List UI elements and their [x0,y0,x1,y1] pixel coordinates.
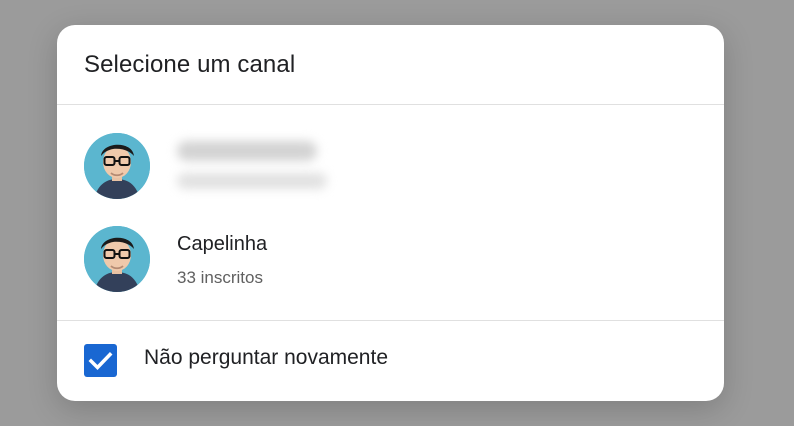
channel-name: Capelinha [177,233,268,255]
dont-ask-again-checkbox[interactable] [84,344,117,377]
channel-option-2[interactable]: Capelinha 33 inscritos [57,218,724,300]
dialog-footer: Não perguntar novamente [57,321,724,401]
check-icon [88,352,113,370]
person-avatar-icon [84,226,150,292]
dialog-title: Selecione um canal [84,51,296,78]
avatar [84,226,150,292]
channel-option-1[interactable] [57,125,724,207]
title-divider [57,104,724,105]
channel-subtitle-redacted [177,173,327,189]
dont-ask-again-label[interactable]: Não perguntar novamente [144,346,388,370]
person-avatar-icon [84,133,150,199]
avatar [84,133,150,199]
channel-selection-dialog: Selecione um canal Capelinha 33 inscrito… [57,25,724,401]
channel-subscriber-count: 33 inscritos [177,268,263,287]
channel-name-redacted [177,141,317,161]
